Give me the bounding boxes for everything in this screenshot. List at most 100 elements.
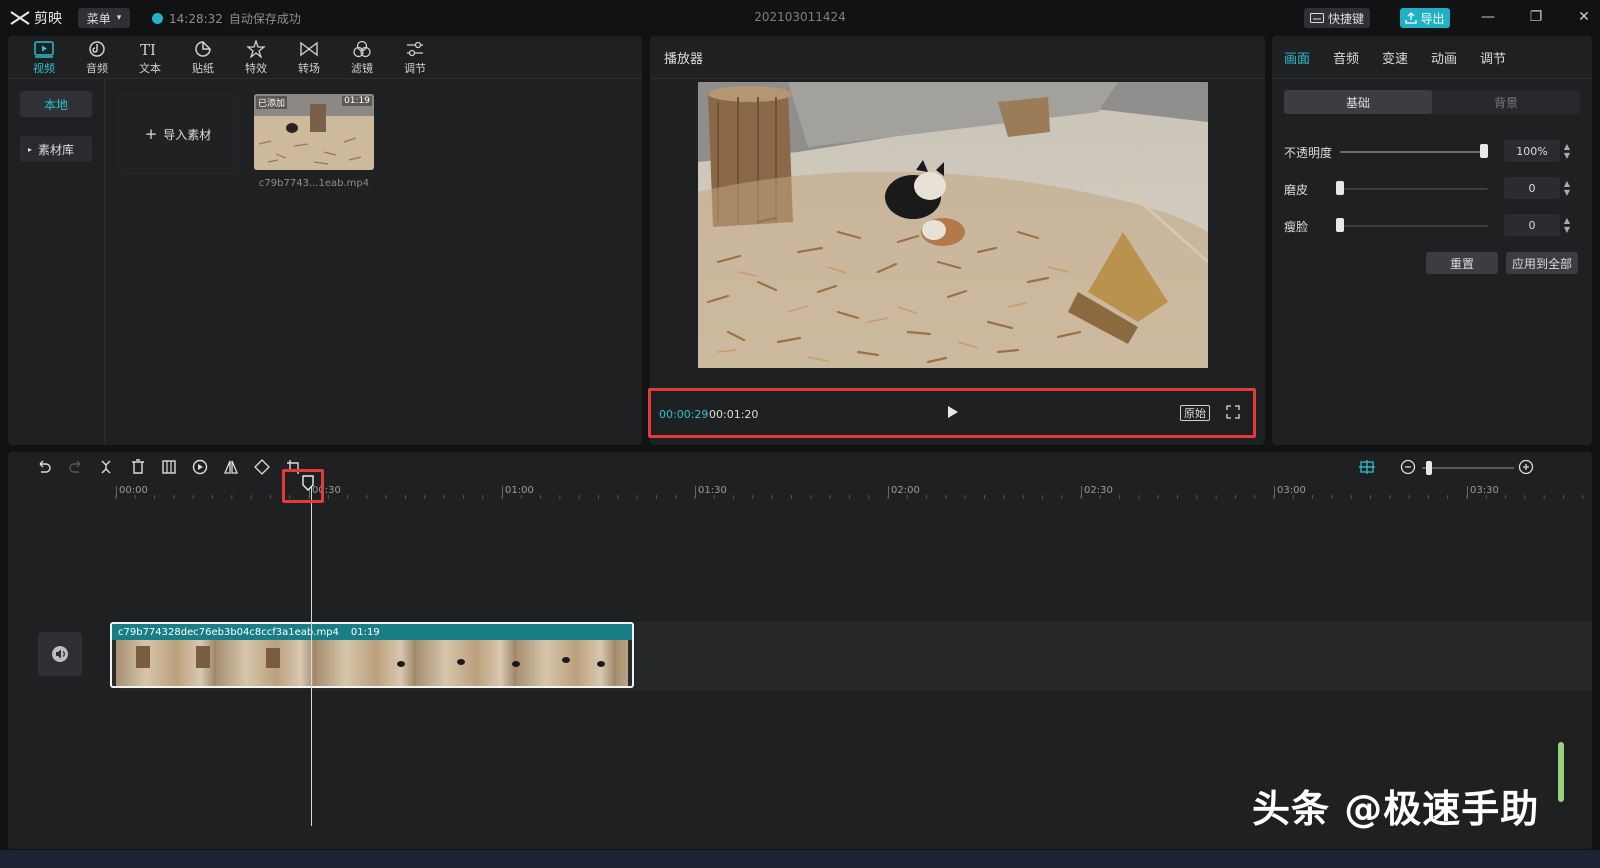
sidebar-item-library[interactable]: ▸ 素材库 bbox=[20, 136, 92, 162]
minimize-icon: — bbox=[1481, 9, 1495, 25]
tool-sticker[interactable]: 贴纸 bbox=[181, 40, 225, 76]
tool-audio[interactable]: 音频 bbox=[75, 40, 119, 76]
player-title: 播放器 bbox=[664, 52, 704, 67]
tool-effects[interactable]: 特效 bbox=[234, 40, 278, 76]
svg-text:TI: TI bbox=[140, 41, 156, 58]
text-icon: TI bbox=[140, 41, 156, 58]
ruler-label: 01:30 bbox=[698, 485, 727, 496]
sidebar-item-local[interactable]: 本地 bbox=[20, 91, 92, 117]
tool-video[interactable]: 视频 bbox=[22, 40, 66, 76]
smooth-slider-handle[interactable] bbox=[1336, 181, 1344, 195]
export-button[interactable]: 导出 bbox=[1400, 8, 1450, 28]
sidebar-library-label: 素材库 bbox=[38, 142, 75, 157]
opacity-slider-track[interactable] bbox=[1340, 151, 1488, 153]
playhead-handle[interactable] bbox=[302, 475, 314, 494]
slim-face-stepper[interactable]: ▲ ▼ bbox=[1562, 216, 1572, 234]
segment-basic[interactable]: 基础 bbox=[1284, 90, 1432, 114]
smooth-stepper[interactable]: ▲ ▼ bbox=[1562, 179, 1572, 197]
redo-button[interactable] bbox=[68, 459, 84, 478]
taskbar-strip bbox=[0, 850, 1600, 868]
app-name: 剪映 bbox=[34, 11, 62, 27]
minimize-button[interactable]: — bbox=[1476, 6, 1500, 28]
tab-canvas[interactable]: 画面 bbox=[1284, 48, 1310, 67]
tool-transition[interactable]: 转场 bbox=[287, 40, 331, 76]
track-mute-button[interactable] bbox=[38, 632, 82, 676]
smooth-label: 磨皮 bbox=[1284, 183, 1309, 197]
ruler-ticks bbox=[115, 495, 1584, 499]
opacity-stepper[interactable]: ▲ ▼ bbox=[1562, 142, 1572, 160]
vertical-scrollbar[interactable] bbox=[1558, 742, 1564, 802]
maximize-button[interactable]: ❐ bbox=[1524, 6, 1548, 28]
shortcut-label: 快捷键 bbox=[1327, 11, 1364, 26]
tab-adjust[interactable]: 调节 bbox=[1480, 48, 1506, 67]
sticker-icon bbox=[195, 41, 211, 57]
segment-background[interactable]: 背景 bbox=[1432, 90, 1580, 114]
mirror-button[interactable] bbox=[223, 459, 239, 478]
playhead-line[interactable] bbox=[311, 486, 312, 826]
reverse-button[interactable] bbox=[192, 459, 208, 478]
slim-face-input[interactable]: 0 bbox=[1504, 214, 1560, 236]
player-divider bbox=[650, 78, 1265, 79]
time-ruler[interactable]: 00:00 00:30 01:00 01:30 02:00 02:30 03:0… bbox=[8, 482, 1592, 502]
delete-button[interactable] bbox=[130, 459, 146, 478]
play-button[interactable] bbox=[947, 405, 959, 422]
slim-face-slider-track[interactable] bbox=[1340, 225, 1488, 227]
slim-face-slider-handle[interactable] bbox=[1336, 218, 1344, 232]
capcut-logo-icon bbox=[10, 11, 30, 25]
reset-button[interactable]: 重置 bbox=[1426, 252, 1498, 274]
apply-all-button[interactable]: 应用到全部 bbox=[1506, 252, 1578, 274]
video-preview[interactable] bbox=[698, 82, 1208, 368]
chevron-down-icon: ▼ bbox=[1563, 225, 1571, 234]
shortcut-button[interactable]: 快捷键 bbox=[1304, 8, 1370, 28]
zoom-out-button[interactable] bbox=[1400, 459, 1416, 478]
close-icon: ✕ bbox=[1578, 9, 1590, 25]
tool-text-label: 文本 bbox=[139, 62, 161, 75]
smooth-slider-track[interactable] bbox=[1340, 188, 1488, 190]
fullscreen-icon bbox=[1226, 405, 1240, 419]
tab-speed[interactable]: 变速 bbox=[1382, 48, 1408, 67]
freeze-frame-icon bbox=[162, 460, 176, 474]
thumbnail-filename: c79b7743...1eab.mp4 bbox=[258, 178, 370, 189]
tab-animation[interactable]: 动画 bbox=[1431, 48, 1457, 67]
export-label: 导出 bbox=[1420, 11, 1445, 26]
aspect-ratio-button[interactable]: 原始 bbox=[1180, 405, 1210, 421]
zoom-slider-track[interactable] bbox=[1422, 467, 1514, 469]
tool-adjust[interactable]: 调节 bbox=[393, 40, 437, 76]
tab-audio[interactable]: 音频 bbox=[1333, 48, 1359, 67]
media-panel: 视频 音频 TI 文本 贴纸 特效 转场 滤镜 调节 本地 ▸ 素材库 + 导入… bbox=[8, 36, 642, 445]
snap-toggle-button[interactable] bbox=[1358, 459, 1376, 478]
undo-button[interactable] bbox=[36, 459, 52, 478]
app-logo: 剪映 bbox=[10, 8, 62, 28]
mirror-icon bbox=[224, 460, 238, 474]
video-frame-image bbox=[698, 82, 1208, 368]
fullscreen-button[interactable] bbox=[1226, 405, 1240, 422]
rotate-button[interactable] bbox=[254, 459, 270, 478]
magnet-snap-icon bbox=[1359, 460, 1375, 474]
ruler-label: 02:00 bbox=[891, 485, 920, 496]
zoom-in-button[interactable] bbox=[1518, 459, 1534, 478]
tool-text[interactable]: TI 文本 bbox=[128, 40, 172, 76]
split-button[interactable] bbox=[98, 459, 114, 478]
reverse-play-icon bbox=[192, 459, 208, 475]
ruler-major-tick bbox=[1081, 486, 1082, 498]
restore-icon: ❐ bbox=[1529, 9, 1543, 25]
media-thumbnail[interactable]: 已添加 01:19 bbox=[254, 94, 374, 170]
close-button[interactable]: ✕ bbox=[1572, 6, 1596, 28]
tool-filter[interactable]: 滤镜 bbox=[340, 40, 384, 76]
smooth-input[interactable]: 0 bbox=[1504, 177, 1560, 199]
props-divider bbox=[1272, 78, 1592, 79]
chevron-up-icon: ▲ bbox=[1563, 216, 1571, 225]
opacity-slider-handle[interactable] bbox=[1480, 144, 1488, 158]
time-separator: / bbox=[703, 407, 707, 420]
menu-button[interactable]: 菜单 ▾ bbox=[78, 8, 130, 28]
tool-video-label: 视频 bbox=[33, 62, 55, 75]
opacity-input[interactable]: 100% bbox=[1504, 140, 1560, 162]
chevron-down-icon: ▾ bbox=[116, 13, 122, 23]
zoom-slider-handle[interactable] bbox=[1426, 461, 1432, 475]
transition-icon bbox=[300, 41, 318, 57]
chevron-up-icon: ▲ bbox=[1563, 179, 1571, 188]
import-media-button[interactable]: + 导入素材 bbox=[118, 94, 238, 174]
video-clip[interactable]: c79b774328dec76eb3b04c8ccf3a1eab.mp4 01:… bbox=[110, 622, 634, 688]
thumb-duration: 01:19 bbox=[342, 96, 372, 106]
freeze-frame-button[interactable] bbox=[161, 459, 177, 478]
